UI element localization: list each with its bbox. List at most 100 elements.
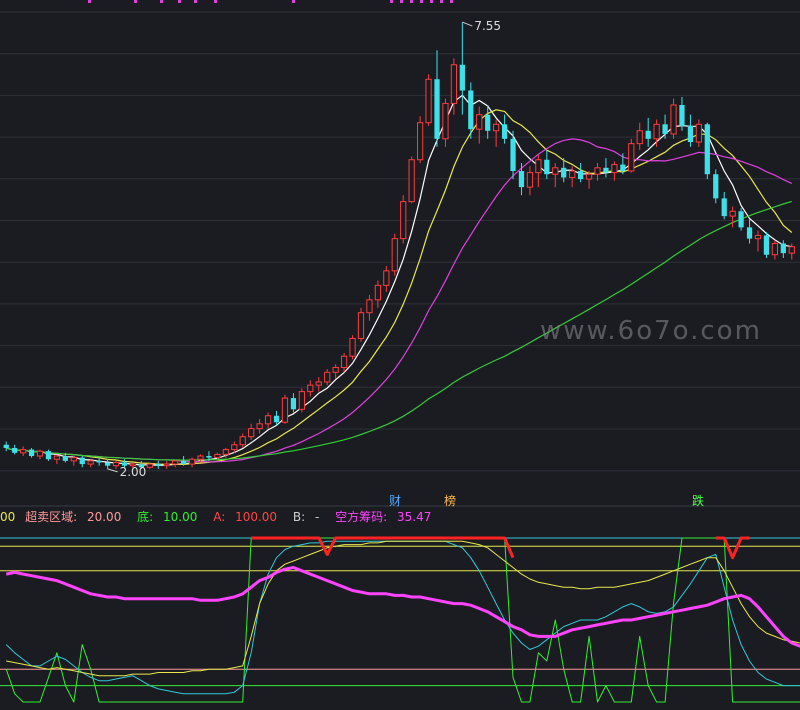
candle-body	[349, 337, 356, 357]
top-marker	[178, 0, 181, 3]
candle-body	[788, 246, 795, 254]
top-marker	[430, 0, 433, 3]
candle-body	[332, 366, 339, 373]
candle-body	[653, 123, 660, 140]
candle-body	[172, 460, 179, 465]
candle-body	[695, 123, 702, 143]
candle-body	[264, 415, 272, 425]
candle-body	[239, 436, 246, 446]
indicator-line-C	[6, 540, 800, 677]
candle-body	[738, 211, 744, 228]
candle-body	[53, 455, 61, 460]
candle-body	[416, 122, 424, 161]
candle-body	[662, 124, 668, 134]
candle-body	[273, 415, 280, 423]
ma-line-ma_mid	[6, 109, 793, 466]
candle-body	[383, 270, 390, 286]
candle-body	[569, 170, 576, 178]
candle-body	[687, 125, 694, 143]
candle-body	[476, 114, 483, 130]
candle-body	[357, 312, 365, 339]
candle-body	[585, 173, 593, 180]
candle-body	[36, 450, 44, 457]
ma-line-ma_fast	[6, 94, 792, 467]
candle-body	[146, 463, 153, 468]
candle-body	[163, 463, 170, 467]
candle-body	[214, 453, 221, 459]
indicator-line-D	[5, 540, 800, 695]
candle-body	[636, 130, 643, 145]
candle-body	[645, 130, 651, 139]
candle-body	[620, 164, 626, 172]
high-price-label: 7.55	[474, 19, 501, 33]
candle-body	[713, 174, 719, 199]
top-marker	[390, 0, 393, 3]
candle-body	[603, 167, 609, 173]
top-marker	[400, 0, 403, 3]
candle-body	[96, 460, 102, 463]
indicator-item-b: B: -	[292, 510, 320, 524]
candle-body	[485, 114, 491, 131]
candle-body	[670, 104, 677, 135]
candle-body	[324, 371, 331, 383]
candle-body	[611, 164, 618, 174]
candle-body	[501, 124, 508, 139]
candle-body	[248, 428, 255, 438]
candle-body	[746, 227, 753, 239]
candle-body	[442, 102, 449, 140]
candle-body	[544, 159, 550, 175]
candle-body	[87, 460, 94, 465]
indicator-item-oversold: 超卖区域: 20.00	[25, 510, 122, 524]
candle-body	[298, 391, 305, 410]
candle-body	[28, 449, 35, 457]
ma-line-ma_slow	[6, 138, 793, 463]
candle-body	[256, 423, 263, 430]
watermark-text: www.6o7o.com	[540, 316, 762, 346]
candle-body	[104, 462, 111, 466]
candle-body	[468, 90, 474, 130]
candle-body	[62, 456, 68, 461]
candle-body	[721, 198, 727, 217]
candle-body	[391, 238, 398, 272]
event-flag-finance[interactable]: 财	[389, 492, 401, 509]
top-marker	[194, 0, 197, 3]
candle-body	[19, 449, 27, 454]
candle-body	[12, 447, 18, 453]
candle-body	[366, 299, 373, 314]
candle-body	[315, 381, 322, 386]
candle-body	[45, 451, 52, 460]
candle-body	[155, 464, 161, 466]
price-chart-svg: 7.55 2.00	[0, 0, 800, 703]
candle-body	[290, 398, 297, 410]
indicator-header: 00 超卖区域: 20.00 底: 10.00 A: 100.00 B: - 空…	[0, 508, 443, 526]
top-marker	[440, 0, 443, 3]
candle-body	[408, 159, 415, 203]
candle-body	[340, 355, 348, 368]
candle-body	[281, 397, 289, 423]
candle-body	[434, 79, 440, 139]
candle-body	[510, 138, 516, 172]
indicator-cut-prefix: 00	[0, 510, 16, 524]
candle-body	[206, 456, 212, 458]
candle-body	[425, 78, 432, 124]
candle-body	[3, 444, 9, 448]
candle-body	[222, 449, 229, 455]
event-flag-list[interactable]: 榜	[444, 492, 456, 509]
top-marker	[214, 0, 217, 3]
candle-body	[771, 242, 779, 256]
candle-body	[704, 124, 710, 175]
indicator-line-B	[5, 566, 800, 648]
event-flag-fall[interactable]: 跌	[692, 492, 704, 509]
candle-body	[450, 64, 458, 104]
indicator-item-bottom: 底: 10.00	[137, 510, 198, 524]
indicator-item-short-chips: 空方筹码: 35.47	[335, 510, 432, 524]
candle-body	[594, 167, 601, 175]
candle-body	[526, 172, 534, 188]
candle-body	[552, 167, 559, 175]
candle-body	[493, 123, 500, 132]
high-pointer	[462, 21, 473, 27]
top-marker	[88, 0, 91, 3]
candle-body	[307, 384, 314, 393]
top-marker	[292, 0, 295, 3]
candle-body	[628, 143, 635, 172]
